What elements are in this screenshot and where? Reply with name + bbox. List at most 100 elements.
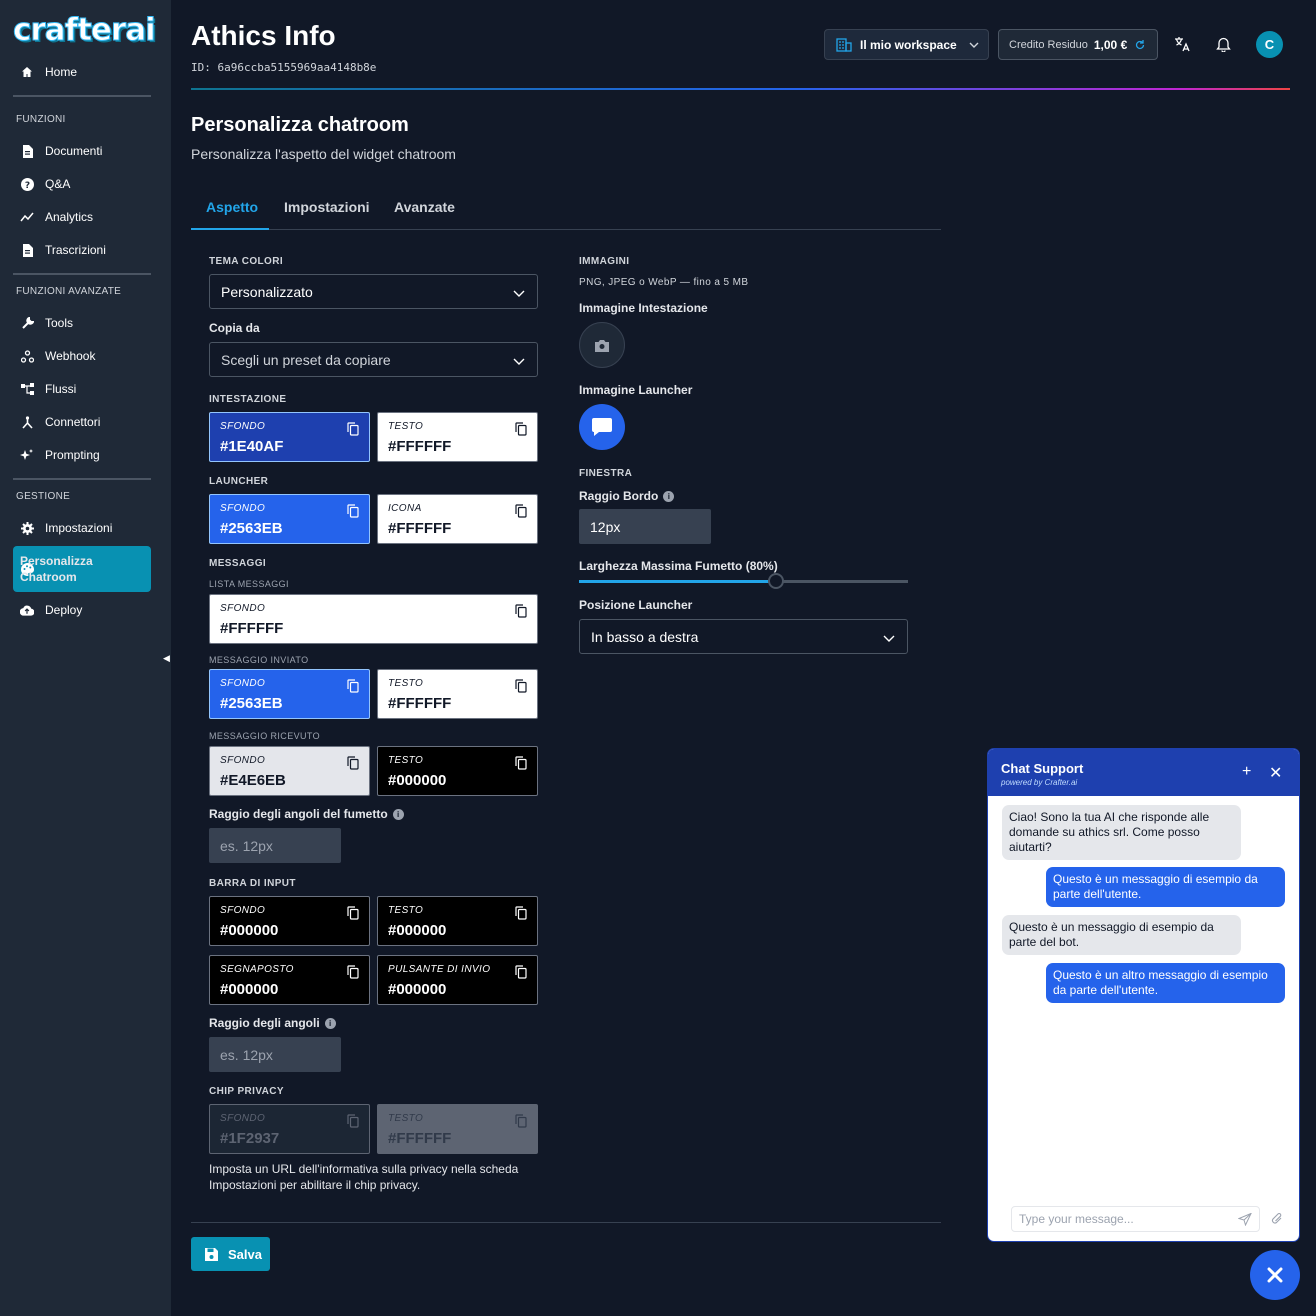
- privacy-note: Imposta un URL dell'informativa sulla pr…: [209, 1162, 519, 1192]
- sidebar-item-flussi[interactable]: Flussi: [13, 374, 151, 404]
- color-swatch-testo[interactable]: TESTO #000000: [377, 896, 538, 946]
- color-swatch-sfondo[interactable]: SFONDO #000000: [209, 896, 370, 946]
- section-subtitle: Personalizza l'aspetto del widget chatro…: [191, 146, 456, 162]
- tab-impostazioni[interactable]: Impostazioni: [284, 199, 370, 215]
- svg-text:?: ?: [24, 181, 29, 191]
- raggio-fumetto-input[interactable]: es. 12px: [209, 828, 341, 863]
- sidebar-item-connettori[interactable]: Connettori: [13, 407, 151, 437]
- swatch-value: #E4E6EB: [220, 772, 286, 789]
- translate-icon[interactable]: [1172, 34, 1192, 54]
- posizione-select[interactable]: In basso a destra: [579, 619, 908, 654]
- bell-icon[interactable]: [1213, 34, 1233, 54]
- raggio-bordo-label: Raggio Bordo i: [579, 489, 675, 503]
- tab-aspetto[interactable]: Aspetto: [206, 199, 258, 215]
- copy-icon[interactable]: [347, 1114, 359, 1128]
- tab-avanzate[interactable]: Avanzate: [394, 199, 455, 215]
- color-swatch-sfondo[interactable]: SFONDO #1E40AF: [209, 412, 370, 462]
- copy-icon[interactable]: [515, 504, 527, 518]
- img-header-label: Immagine Intestazione: [579, 301, 708, 315]
- paperclip-icon[interactable]: [1271, 1212, 1283, 1225]
- formats-hint: PNG, JPEG o WebP — fino a 5 MB: [579, 277, 749, 288]
- color-swatch-segnaposto[interactable]: SEGNAPOSTO #000000: [209, 955, 370, 1005]
- copy-icon[interactable]: [515, 756, 527, 770]
- sidebar-item-home[interactable]: Home: [13, 57, 151, 87]
- copy-icon[interactable]: [347, 965, 359, 979]
- chat-preview-widget: Chat Support powered by Crafter.ai + ✕ C…: [987, 748, 1300, 1242]
- info-icon[interactable]: i: [663, 491, 675, 503]
- sidebar-item-personalizza-chatroom[interactable]: Personalizza Chatroom: [13, 546, 151, 592]
- gradient-divider: [191, 88, 1290, 90]
- copy-icon[interactable]: [347, 422, 359, 436]
- copy-icon[interactable]: [515, 604, 527, 618]
- sidebar-item-webhook[interactable]: Webhook: [13, 341, 151, 371]
- raggio-bordo-input[interactable]: 12px: [579, 509, 711, 544]
- color-swatch-testo[interactable]: TESTO #FFFFFF: [377, 669, 538, 719]
- sidebar-item-prompting[interactable]: Prompting: [13, 440, 151, 470]
- copy-icon[interactable]: [515, 1114, 527, 1128]
- color-swatch-testo[interactable]: TESTO #FFFFFF: [377, 1104, 538, 1154]
- sidebar-item-documenti[interactable]: Documenti: [13, 136, 151, 166]
- refresh-icon[interactable]: [1135, 39, 1145, 50]
- collapse-sidebar-icon[interactable]: ◀: [163, 653, 170, 664]
- copy-icon[interactable]: [347, 906, 359, 920]
- chat-message-user: Questo è un messaggio di esempio da part…: [1046, 867, 1285, 907]
- swatch-value: #2563EB: [220, 695, 283, 712]
- plus-icon[interactable]: +: [1242, 763, 1251, 781]
- copy-icon[interactable]: [515, 679, 527, 693]
- copy-icon[interactable]: [515, 965, 527, 979]
- send-icon[interactable]: [1238, 1213, 1252, 1226]
- copy-icon[interactable]: [347, 679, 359, 693]
- sidebar-item-deploy[interactable]: Deploy: [13, 595, 151, 625]
- chevron-down-icon: [883, 631, 895, 643]
- swatch-value: #FFFFFF: [388, 520, 452, 537]
- lista-messaggi-label: LISTA MESSAGGI: [209, 579, 289, 589]
- chat-launcher-close-button[interactable]: [1250, 1250, 1300, 1300]
- gear-icon: [20, 521, 34, 535]
- copy-icon[interactable]: [515, 422, 527, 436]
- tema-colori-select[interactable]: Personalizzato: [209, 274, 538, 309]
- color-swatch-sfondo[interactable]: SFONDO #2563EB: [209, 669, 370, 719]
- chat-message-input[interactable]: Type your message...: [1011, 1206, 1260, 1232]
- launcher-image-upload[interactable]: [579, 404, 625, 450]
- copia-da-label: Copia da: [209, 321, 260, 335]
- preset-select[interactable]: Scegli un preset da copiare: [209, 342, 538, 377]
- swatch-key: SFONDO: [220, 1113, 266, 1124]
- info-icon[interactable]: i: [392, 809, 404, 821]
- raggio-angoli-input[interactable]: es. 12px: [209, 1037, 341, 1072]
- swatch-value: #000000: [220, 981, 279, 998]
- swatch-value: #1E40AF: [220, 438, 284, 455]
- sidebar-item-impostazioni[interactable]: Impostazioni: [13, 513, 151, 543]
- chat-message-user: Questo è un altro messaggio di esempio d…: [1046, 963, 1285, 1003]
- swatch-value: #000000: [388, 981, 447, 998]
- workspace-selector[interactable]: Il mio workspace: [824, 29, 989, 60]
- swatch-value: #2563EB: [220, 520, 283, 537]
- wrench-icon: [20, 316, 34, 330]
- header-image-upload[interactable]: [579, 322, 625, 368]
- sidebar-item-tools[interactable]: Tools: [13, 308, 151, 338]
- user-avatar[interactable]: C: [1256, 31, 1283, 58]
- save-button[interactable]: Salva: [191, 1237, 270, 1271]
- chat-bubble-icon: [592, 418, 612, 436]
- slider-handle[interactable]: [768, 573, 785, 589]
- sidebar-item-qa[interactable]: ? Q&A: [13, 169, 151, 199]
- color-swatch-sfondo[interactable]: SFONDO #E4E6EB: [209, 746, 370, 796]
- copy-icon[interactable]: [347, 504, 359, 518]
- color-swatch-pulsante-di-invio[interactable]: PULSANTE DI INVIO #000000: [377, 955, 538, 1005]
- sidebar-item-analytics[interactable]: Analytics: [13, 202, 151, 232]
- color-swatch-sfondo[interactable]: SFONDO #FFFFFF: [209, 594, 538, 644]
- color-swatch-sfondo[interactable]: SFONDO #1F2937: [209, 1104, 370, 1154]
- messaggi-label: MESSAGGI: [209, 558, 267, 569]
- color-swatch-testo[interactable]: TESTO #000000: [377, 746, 538, 796]
- copy-icon[interactable]: [347, 756, 359, 770]
- copy-icon[interactable]: [515, 906, 527, 920]
- swatch-value: #FFFFFF: [388, 1130, 452, 1147]
- color-swatch-icona[interactable]: ICONA #FFFFFF: [377, 494, 538, 544]
- larghezza-slider[interactable]: [579, 573, 908, 589]
- crafter-logo[interactable]: crafterai: [12, 12, 156, 49]
- color-swatch-sfondo[interactable]: SFONDO #2563EB: [209, 494, 370, 544]
- sidebar-item-trascrizioni[interactable]: Trascrizioni: [13, 235, 151, 265]
- close-icon[interactable]: ✕: [1269, 763, 1282, 783]
- swatch-key: SFONDO: [220, 503, 266, 514]
- color-swatch-testo[interactable]: TESTO #FFFFFF: [377, 412, 538, 462]
- info-icon[interactable]: i: [324, 1018, 336, 1030]
